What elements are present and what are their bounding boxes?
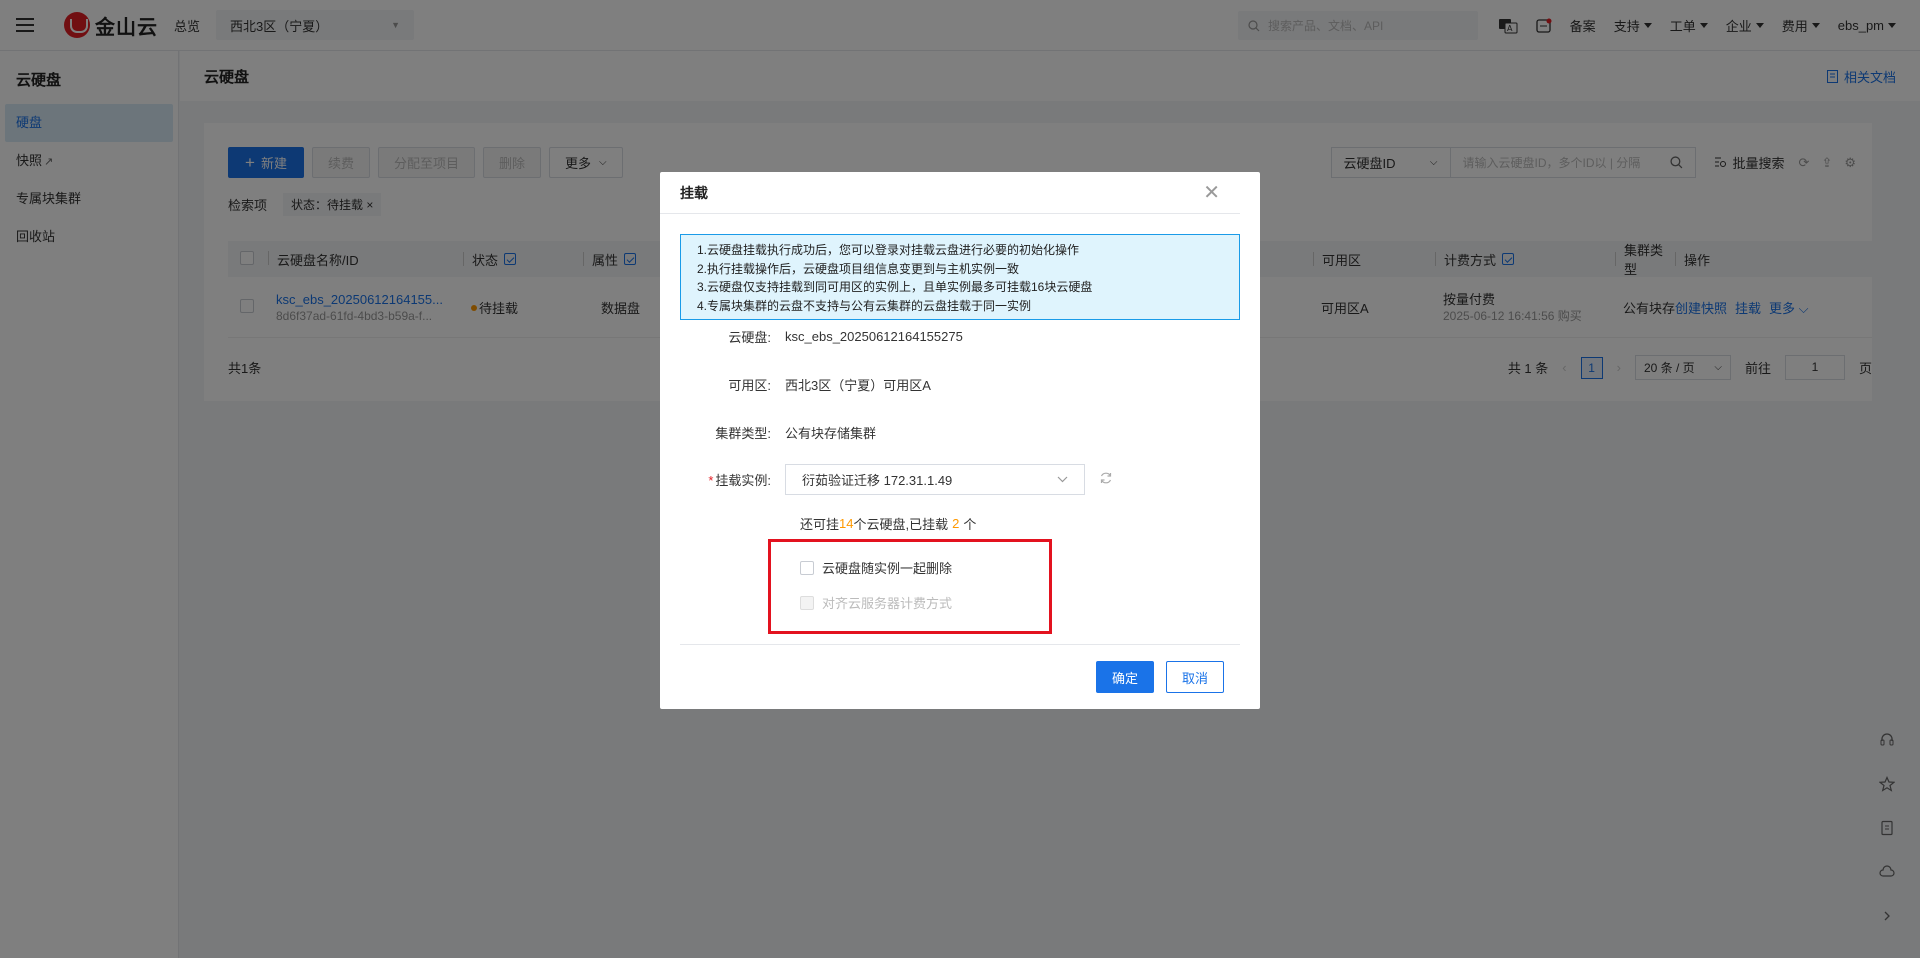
disk-label: 云硬盘:	[728, 330, 771, 345]
notice-line: 2.执行挂载操作后，云硬盘项目组信息变更到与主机实例一致	[697, 261, 1020, 276]
capacity-info: 还可挂 14 个云硬盘,已挂载 2 个	[800, 516, 977, 532]
divider	[680, 644, 1240, 645]
star-icon[interactable]	[1866, 764, 1908, 804]
highlight-box	[768, 539, 1052, 634]
close-icon[interactable]: ✕	[1203, 183, 1220, 203]
delete-with-instance-checkbox[interactable]: 云硬盘随实例一起删除	[800, 558, 952, 577]
notice-line: 3.云硬盘仅支持挂载到同可用区的实例上，且单实例最多可挂载16块云硬盘	[697, 280, 1093, 294]
required-mark: *	[708, 473, 714, 488]
headset-icon[interactable]	[1866, 720, 1908, 760]
disk-value: ksc_ebs_20250612164155275	[785, 329, 963, 344]
zone-value: 西北3区（宁夏）可用区A	[785, 378, 931, 393]
dialog-title: 挂载	[680, 184, 708, 201]
cloud-icon[interactable]	[1866, 852, 1908, 892]
mounted-count: 2	[952, 516, 960, 531]
instance-row: * 挂载实例: 衍茹验证迁移 172.31.1.49	[660, 464, 1113, 495]
refresh-icon[interactable]	[1099, 471, 1113, 488]
instance-label: 挂载实例:	[715, 473, 771, 488]
align-billing-checkbox[interactable]: 对齐云服务器计费方式	[800, 593, 952, 612]
chevron-down-icon	[1057, 476, 1068, 483]
mount-dialog: 挂载 ✕ 1.云硬盘挂载执行成功后，您可以登录对挂载云盘进行必要的初始化操作 2…	[660, 172, 1260, 709]
dialog-header: 挂载 ✕	[660, 172, 1240, 214]
confirm-button[interactable]: 确定	[1096, 661, 1154, 693]
cancel-button[interactable]: 取消	[1166, 661, 1224, 693]
notice-line: 1.云硬盘挂载执行成功后，您可以登录对挂载云盘进行必要的初始化操作	[697, 243, 1080, 257]
remaining-count: 14	[839, 516, 854, 531]
floating-toolbar	[1866, 720, 1908, 936]
chevron-right-icon[interactable]	[1866, 896, 1908, 936]
zone-label: 可用区:	[728, 378, 771, 393]
notes-icon[interactable]	[1866, 808, 1908, 848]
instance-select[interactable]: 衍茹验证迁移 172.31.1.49	[785, 464, 1085, 495]
dialog-actions: 确定 取消	[1096, 661, 1224, 693]
zone-row: 可用区: 西北3区（宁夏）可用区A	[660, 375, 931, 394]
notice-box: 1.云硬盘挂载执行成功后，您可以登录对挂载云盘进行必要的初始化操作 2.执行挂载…	[680, 234, 1240, 320]
cluster-value: 公有块存储集群	[785, 426, 877, 441]
notice-line: 4.专属块集群的云盘不支持与公有云集群的云盘挂载于同一实例	[697, 298, 1032, 313]
cluster-label: 集群类型:	[715, 426, 771, 441]
cluster-row: 集群类型: 公有块存储集群	[660, 423, 876, 442]
disk-row: 云硬盘: ksc_ebs_20250612164155275	[660, 327, 963, 346]
